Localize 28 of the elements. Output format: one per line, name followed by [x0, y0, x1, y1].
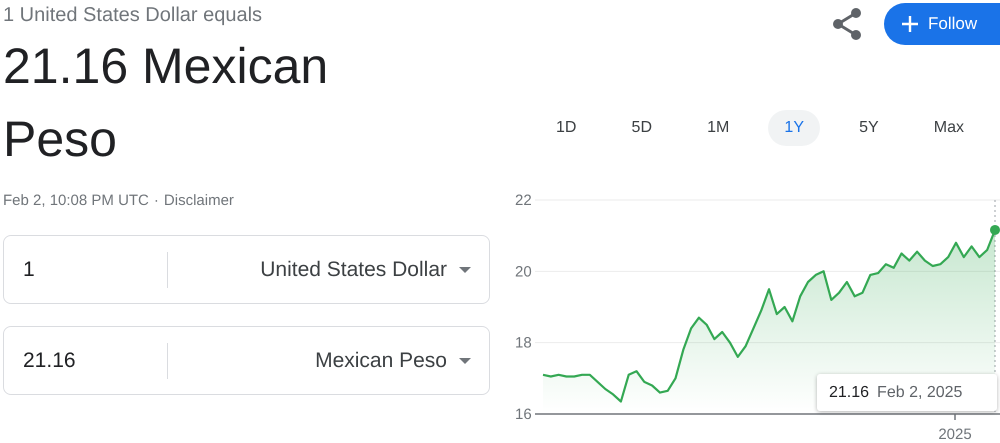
caret-icon	[459, 266, 471, 272]
y-axis-label: 20	[515, 263, 532, 280]
amount-field[interactable]: 21.16	[4, 348, 167, 372]
plus-icon	[902, 16, 918, 32]
y-axis-label: 18	[515, 334, 532, 352]
amount-field[interactable]: 1	[4, 258, 167, 282]
x-axis-label: 2025	[938, 426, 972, 443]
timestamp: Feb 2, 10:08 PM UTC	[3, 192, 149, 209]
range-tab[interactable]: Max	[918, 110, 980, 146]
separator-dot: ·	[154, 192, 159, 209]
currency-dropdown[interactable]: Mexican Peso	[168, 348, 489, 374]
range-tab[interactable]: 1D	[540, 110, 592, 146]
range-tab[interactable]: 1Y	[768, 110, 820, 146]
conversion-subtitle: 1 United States Dollar equals	[3, 3, 262, 27]
disclaimer-link[interactable]: Disclaimer	[164, 192, 234, 209]
y-axis-label: 22	[515, 192, 532, 209]
tooltip-value: 21.16	[829, 384, 870, 402]
y-axis-label: 16	[515, 406, 532, 423]
range-tab[interactable]: 5D	[616, 110, 668, 146]
follow-button[interactable]: Follow	[884, 3, 1000, 45]
tooltip-date: Feb 2, 2025	[877, 384, 962, 402]
share-icon[interactable]	[832, 8, 862, 40]
currency-dropdown[interactable]: United States Dollar	[168, 256, 489, 282]
caret-icon	[459, 358, 471, 364]
range-tab[interactable]: 1M	[691, 110, 746, 146]
range-tab[interactable]: 5Y	[843, 110, 895, 146]
conversion-result: 21.16 Mexican Peso	[3, 37, 330, 169]
current-point-marker	[990, 224, 1000, 235]
